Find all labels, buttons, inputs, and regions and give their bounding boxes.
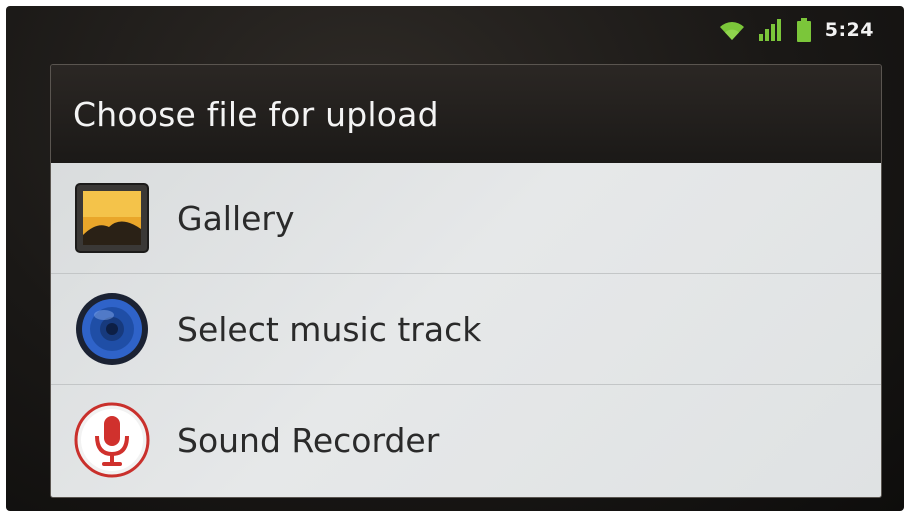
dialog-title: Choose file for upload — [51, 65, 881, 163]
option-select-music-track[interactable]: Select music track — [51, 274, 881, 385]
status-time: 5:24 — [824, 19, 874, 41]
signal-bars-icon — [758, 19, 783, 41]
option-gallery[interactable]: Gallery — [51, 163, 881, 274]
battery-icon — [796, 18, 811, 42]
status-icons: 5:24 — [719, 18, 874, 42]
option-label: Gallery — [177, 198, 295, 238]
device-screen: 5:24 Choose file for upload Gallery Sele… — [6, 6, 904, 511]
option-list: Gallery Select music track Sound Recorde… — [51, 163, 881, 497]
option-sound-recorder[interactable]: Sound Recorder — [51, 385, 881, 495]
option-label: Sound Recorder — [177, 420, 440, 460]
gallery-icon — [73, 179, 151, 257]
upload-chooser-dialog: Choose file for upload Gallery Select mu… — [50, 64, 882, 498]
option-label: Select music track — [177, 309, 482, 349]
microphone-icon — [73, 401, 151, 479]
status-bar: 5:24 — [6, 6, 904, 58]
wifi-icon — [719, 19, 745, 41]
music-speaker-icon — [73, 290, 151, 368]
